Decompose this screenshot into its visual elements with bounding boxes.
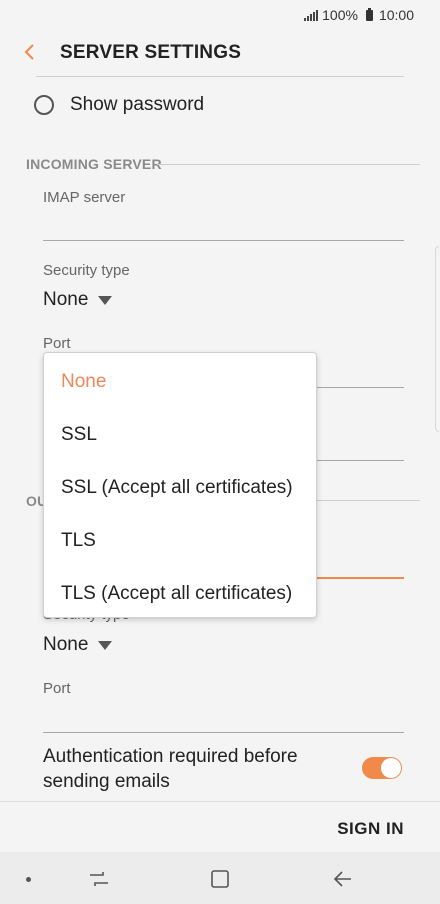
field-underline	[36, 76, 404, 77]
section-divider	[315, 500, 420, 501]
outgoing-port-input[interactable]	[43, 732, 404, 733]
clock: 10:00	[378, 7, 414, 23]
incoming-section-header: INCOMING SERVER	[26, 156, 162, 172]
home-icon[interactable]	[208, 867, 232, 891]
back-chevron-icon[interactable]	[18, 40, 42, 64]
imap-server-input[interactable]	[43, 240, 404, 241]
navigation-bar	[0, 852, 440, 904]
app-bar: SERVER SETTINGS	[0, 30, 440, 76]
dropdown-option-ssl[interactable]: SSL	[61, 424, 97, 446]
battery-percent: 100%	[322, 7, 358, 23]
incoming-security-label: Security type	[43, 262, 130, 279]
dropdown-option-ssl-accept-all[interactable]: SSL (Accept all certificates)	[61, 477, 293, 499]
dropdown-arrow-icon	[98, 640, 113, 650]
section-divider	[157, 164, 420, 165]
footer-divider	[0, 801, 440, 802]
page-title: SERVER SETTINGS	[60, 42, 242, 63]
battery-icon	[365, 7, 373, 21]
authentication-setting[interactable]: Authentication required before sending e…	[43, 744, 404, 798]
incoming-security-value: None	[43, 289, 89, 310]
show-password-option[interactable]: Show password	[34, 94, 204, 116]
status-indicators: 100% 10:00	[304, 7, 414, 23]
outgoing-port-label: Port	[43, 680, 71, 697]
signal-icon	[304, 9, 319, 21]
show-password-checkbox[interactable]	[34, 95, 54, 115]
outgoing-security-value: None	[43, 634, 89, 655]
recent-apps-icon[interactable]	[87, 867, 111, 891]
nav-dot-icon	[26, 877, 31, 882]
incoming-port-label: Port	[43, 335, 71, 352]
security-type-dropdown: None SSL SSL (Accept all certificates) T…	[43, 352, 317, 618]
toggle-knob	[381, 758, 401, 778]
scroll-indicator	[435, 246, 439, 432]
sign-in-button[interactable]: SIGN IN	[337, 819, 404, 839]
dropdown-arrow-icon	[98, 295, 113, 305]
back-arrow-icon[interactable]	[331, 867, 355, 891]
imap-server-label: IMAP server	[43, 189, 126, 206]
show-password-label: Show password	[70, 94, 205, 115]
status-bar: 100% 10:00	[0, 0, 440, 30]
dropdown-option-none[interactable]: None	[61, 371, 106, 393]
dropdown-option-tls[interactable]: TLS	[61, 530, 96, 552]
dropdown-option-tls-accept-all[interactable]: TLS (Accept all certificates)	[61, 583, 292, 605]
authentication-label: Authentication required before sending e…	[43, 746, 298, 792]
outgoing-security-select[interactable]: None	[43, 634, 113, 656]
incoming-security-select[interactable]: None	[43, 289, 113, 311]
authentication-toggle[interactable]	[362, 757, 402, 779]
